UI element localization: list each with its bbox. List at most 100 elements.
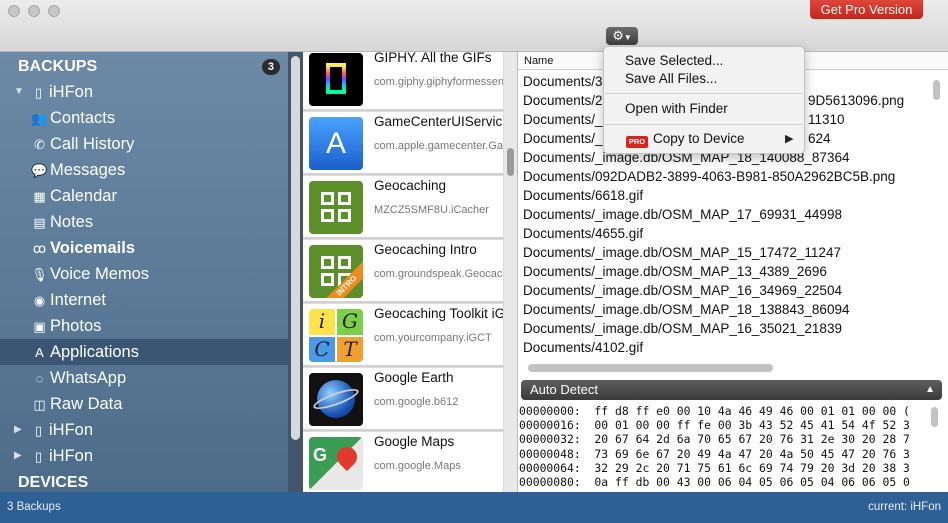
sidebar-item-calendar[interactable]: ▦ Calendar — [0, 183, 288, 209]
hex-scrollbar[interactable] — [931, 407, 938, 427]
sidebar-item-label: iHFon — [49, 447, 94, 465]
contacts-icon: 👥 — [31, 111, 48, 126]
file-row[interactable]: Documents/_ — [523, 110, 603, 129]
app-bundle-id: com.google.b612 — [374, 396, 459, 408]
menu-item-save-selected[interactable]: Save Selected... — [625, 52, 723, 70]
minimize-window-button[interactable] — [28, 5, 40, 17]
file-row[interactable]: Documents/4102.gif — [523, 338, 643, 357]
menu-item-save-all-files[interactable]: Save All Files... — [625, 70, 717, 88]
file-row[interactable]: Documents/6618.gif — [523, 186, 643, 205]
app-bundle-id: MZCZ5SMF8U.iCacher — [374, 204, 489, 216]
sidebar-item-contacts[interactable]: 👥 Contacts — [0, 105, 288, 131]
menu-item-open-with-finder[interactable]: Open with Finder — [625, 100, 728, 118]
zoom-window-button[interactable] — [48, 5, 60, 17]
get-pro-button[interactable]: Get Pro Version — [810, 0, 923, 19]
notes-icon: ▤ — [33, 215, 46, 230]
sidebar-scrollbar[interactable] — [288, 52, 303, 492]
sidebar-item-call-history[interactable]: ✆ Call History — [0, 131, 288, 157]
title-bar: Get Pro Version ⚙▼ — [0, 0, 948, 52]
format-select[interactable]: Auto Detect ▲ — [521, 380, 942, 400]
format-select-value: Auto Detect — [530, 382, 598, 397]
app-name: GameCenterUIServic — [374, 114, 503, 129]
sidebar-item-whatsapp[interactable]: ◌ WhatsApp — [0, 365, 288, 391]
app-bundle-id: com.apple.gamecenter.Gam — [374, 140, 503, 152]
sidebar-item-label: Contacts — [50, 109, 116, 127]
disclosure-expanded-icon[interactable]: ▼ — [14, 79, 24, 105]
voicemail-icon: ꝏ — [32, 241, 47, 256]
geocaching-toolkit-icon: iGCT — [309, 309, 363, 362]
app-name: Google Maps — [374, 434, 455, 449]
app-list-item[interactable]: Google Earth com.google.b612 — [303, 368, 503, 431]
sidebar-item-voice-memos[interactable]: 🎙 Voice Memos — [0, 261, 288, 287]
disclosure-collapsed-icon[interactable]: ▶ — [14, 417, 22, 443]
gear-dropdown-menu: Save Selected... Save All Files... Open … — [603, 46, 805, 154]
sidebar-item-ihfon[interactable]: ▼ ▯ iHFon — [0, 79, 288, 105]
devices-section-header: DEVICES — [0, 470, 288, 492]
applications-scroll-thumb[interactable] — [507, 148, 514, 176]
app-bundle-id: com.google.Maps — [374, 460, 461, 472]
file-row[interactable]: Documents/_image.db/OSM_MAP_16_35021_218… — [523, 319, 842, 338]
app-list-item[interactable]: GIPHY. All the GIFs com.giphy.giphyformes… — [303, 52, 503, 111]
applications-icon: A — [35, 345, 44, 360]
backups-section-header: BACKUPS 3 — [0, 54, 288, 80]
file-row-tail: 11310 — [808, 112, 845, 127]
app-list-item[interactable]: Geocaching MZCZ5SMF8U.iCacher — [303, 176, 503, 239]
geocaching-icon — [309, 181, 363, 234]
sidebar-item-label: Photos — [50, 317, 102, 335]
menu-separator — [605, 93, 803, 94]
sidebar-item-internet[interactable]: ◉ Internet — [0, 287, 288, 313]
sidebar-item-ihfon[interactable]: ▶ ▯ iHFon — [0, 417, 288, 443]
file-row[interactable]: Documents/_image.db/OSM_MAP_16_34969_225… — [523, 281, 842, 300]
app-store-icon: A — [309, 117, 363, 170]
app-list-item[interactable]: A GameCenterUIServic com.apple.gamecenter.… — [303, 112, 503, 175]
disclosure-collapsed-icon[interactable]: ▶ — [14, 443, 22, 469]
sidebar-item-label: Internet — [50, 291, 106, 309]
google-maps-icon: G — [309, 437, 363, 490]
file-list-vertical-scrollbar[interactable] — [933, 80, 940, 100]
backup-count-status: 3 Backups — [7, 501, 61, 513]
app-list-item[interactable]: G Google Maps com.google.Maps — [303, 432, 503, 492]
sidebar-item-raw-data[interactable]: ◫ Raw Data — [0, 391, 288, 417]
applications-scrollbar[interactable] — [504, 52, 517, 492]
app-bundle-id: com.giphy.giphyformessen — [374, 76, 503, 88]
sidebar-scroll-thumb[interactable] — [291, 56, 300, 440]
globe-icon: ◉ — [33, 293, 46, 308]
app-name: Geocaching Toolkit iG — [374, 306, 503, 321]
hex-viewer: Auto Detect ▲ 00000000: ff d8 ff e0 00 1… — [517, 377, 948, 492]
sidebar-item-photos[interactable]: ▣ Photos — [0, 313, 288, 339]
sidebar-item-applications[interactable]: A Applications — [0, 339, 288, 365]
phone-icon: ▯ — [34, 449, 43, 464]
file-list-horizontal-scrollbar[interactable] — [528, 364, 773, 372]
raw-data-icon: ◫ — [33, 397, 46, 412]
file-row[interactable]: Documents/_image.db/OSM_MAP_17_69931_449… — [523, 205, 842, 224]
file-row[interactable]: Documents/_image.db/OSM_MAP_15_17472_112… — [523, 243, 841, 262]
app-list-item[interactable]: i G C T Geocaching Toolkit iG com.yourcompany… — [303, 304, 503, 367]
gear-menu-button[interactable]: ⚙▼ — [606, 27, 638, 45]
menu-item-copy-to-device[interactable]: Copy to Device — [653, 130, 745, 148]
app-window: Get Pro Version ⚙▼ BACKUPS 3 ▼ ▯ iHFon 👥 Con… — [0, 0, 948, 523]
geocaching-intro-icon: INTRO — [309, 245, 363, 298]
phone-icon: ▯ — [34, 423, 43, 438]
file-row[interactable]: Documents/_image.db/OSM_MAP_13_4389_2696 — [523, 262, 827, 281]
photos-icon: ▣ — [33, 319, 46, 334]
sidebar-item-voicemails[interactable]: ꝏ Voicemails — [0, 235, 288, 261]
file-row[interactable]: Documents/3 — [523, 72, 603, 91]
maps-letter: G — [313, 445, 328, 465]
file-row[interactable]: Documents/092DADB2-3899-4063-B981-850A29… — [523, 167, 895, 186]
sidebar-item-notes[interactable]: ▤ Notes — [0, 209, 288, 235]
file-row[interactable]: Documents/4655.gif — [523, 224, 643, 243]
close-window-button[interactable] — [8, 5, 20, 17]
app-name: Geocaching Intro — [374, 242, 477, 257]
file-row[interactable]: Documents/_ — [523, 129, 603, 148]
sidebar-item-messages[interactable]: 💬 Messages — [0, 157, 288, 183]
pro-badge: PRO — [626, 136, 648, 148]
sidebar-item-label: Notes — [50, 213, 94, 231]
file-row[interactable]: Documents/_image.db/OSM_MAP_18_138843_86… — [523, 300, 849, 319]
toolkit-letter: G — [337, 309, 363, 335]
chevron-down-icon: ▼ — [623, 33, 632, 42]
sidebar-item-label: Applications — [50, 343, 139, 361]
app-bundle-id: com.yourcompany.iGCT — [374, 332, 492, 344]
sidebar-item-ihfon[interactable]: ▶ ▯ iHFon — [0, 443, 288, 469]
file-row[interactable]: Documents/2 — [523, 91, 603, 110]
app-list-item[interactable]: INTRO Geocaching Intro com.groundspeak.Geo… — [303, 240, 503, 303]
